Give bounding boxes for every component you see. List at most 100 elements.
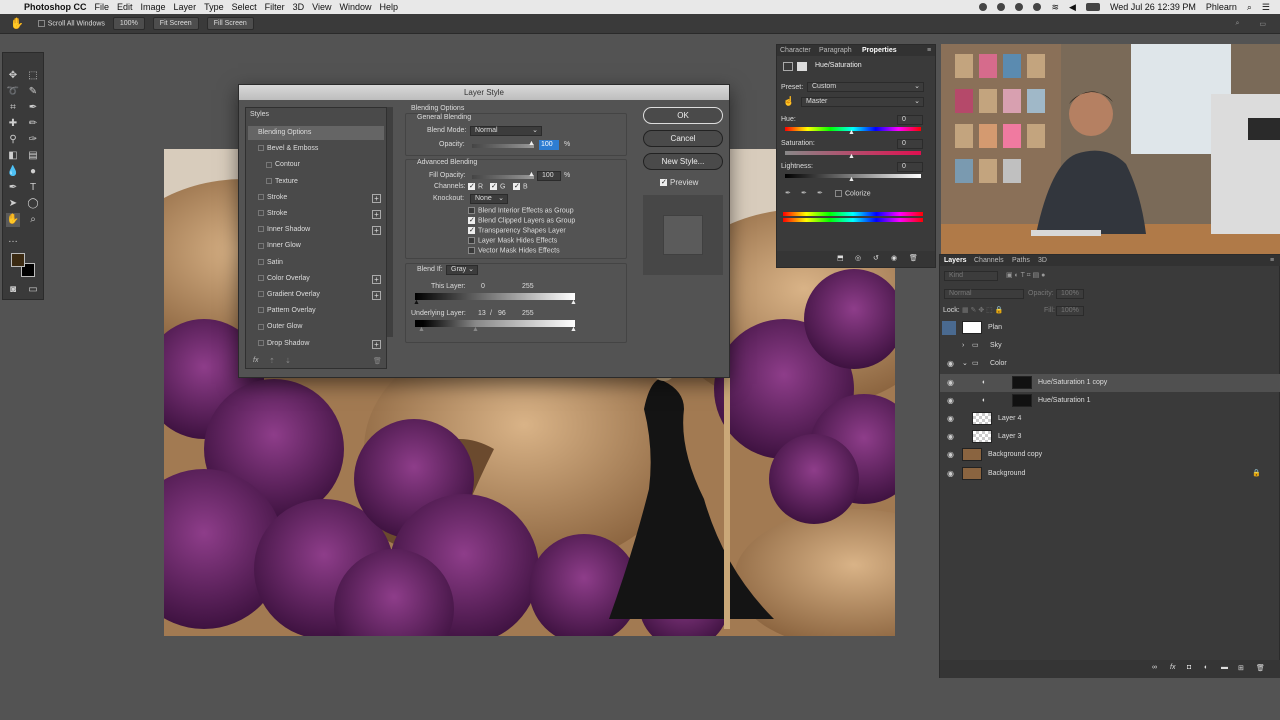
add-effect-icon[interactable]: +	[372, 291, 381, 300]
battery-icon[interactable]	[1085, 3, 1100, 11]
path-select-icon[interactable]: ➤	[6, 197, 20, 211]
record-icon[interactable]	[979, 3, 988, 11]
layer-row[interactable]: › ▭ Sky	[940, 337, 1280, 355]
checkbox-icon[interactable]	[258, 274, 264, 281]
panel-menu-icon[interactable]: ≡	[927, 47, 931, 54]
screen-mode-icon[interactable]: ▭	[26, 283, 40, 297]
blend-if-select[interactable]: Gray ⌄	[446, 265, 478, 275]
healing-brush-icon[interactable]: ✚	[6, 117, 20, 131]
advanced-option-checkbox[interactable]: Vector Mask Hides Effects	[468, 247, 560, 254]
trash-icon[interactable]: 🗑	[373, 357, 382, 365]
this-layer-black-handle[interactable]: ▲	[413, 299, 420, 306]
opacity-slider[interactable]	[472, 144, 534, 148]
menubar-user[interactable]: Phlearn	[1206, 2, 1237, 12]
layer-row[interactable]: ◉ Background copy	[940, 446, 1280, 464]
tab-3d[interactable]: 3D	[1038, 257, 1047, 264]
lasso-tool-icon[interactable]: ➰	[6, 85, 20, 99]
spotlight-icon[interactable]: ⌕	[1247, 2, 1252, 13]
checkbox-icon[interactable]	[258, 323, 264, 330]
move-up-icon[interactable]: ⇡	[269, 357, 275, 365]
menu-select[interactable]: Select	[232, 2, 265, 12]
checkbox-icon[interactable]	[258, 339, 264, 346]
hand-tool-icon[interactable]: ✋	[6, 213, 20, 227]
underlying-split-handle-a[interactable]: ▲	[418, 326, 425, 333]
reset-icon[interactable]: ↺	[873, 254, 879, 262]
blur-tool-icon[interactable]: 💧	[6, 165, 20, 179]
blend-mode-select[interactable]: Normal ⌄	[470, 126, 542, 136]
add-effect-icon[interactable]: +	[372, 339, 381, 349]
dropbox-icon[interactable]	[1015, 3, 1024, 11]
layer-mask-thumbnail[interactable]	[1012, 393, 1032, 407]
underlying-split-handle-b[interactable]: ▲	[472, 326, 479, 333]
colorize-checkbox[interactable]: Colorize	[835, 190, 871, 197]
style-item[interactable]: Blending Options	[248, 126, 384, 140]
layer-row[interactable]: ◉ Background 🔒	[940, 465, 1280, 483]
eyedropper-icon[interactable]: ✒	[26, 101, 40, 115]
fill-screen-button[interactable]: Fill Screen	[206, 17, 254, 30]
type-tool-icon[interactable]: T	[26, 181, 40, 195]
preset-select[interactable]: Custom ⌄	[807, 82, 924, 92]
layer-row[interactable]: ◉ ◐ Hue/Saturation 1 copy	[940, 373, 1280, 392]
filter-icons[interactable]: ▣ ◐ T ⌗ ▤ ●	[1006, 271, 1045, 280]
wifi-icon[interactable]: ≋	[1051, 2, 1059, 13]
brush-tool-icon[interactable]: ✏	[26, 117, 40, 131]
shape-tool-icon[interactable]: ◯	[26, 197, 40, 211]
visibility-eye-icon[interactable]: ◉	[947, 374, 954, 392]
quick-select-icon[interactable]: ✎	[26, 85, 40, 99]
gradient-icon[interactable]: ▤	[26, 149, 40, 163]
zoom-100-button[interactable]: 100%	[112, 17, 145, 30]
add-effect-icon[interactable]: +	[372, 274, 381, 284]
style-item[interactable]: Pattern Overlay	[248, 304, 384, 318]
visibility-eye-icon[interactable]: ◉	[947, 410, 954, 428]
new-layer-icon[interactable]: ⊞	[1238, 664, 1244, 672]
clone-stamp-icon[interactable]: ⚲	[6, 133, 20, 147]
visibility-eye-icon[interactable]: ◉	[947, 355, 954, 373]
this-layer-white-handle[interactable]: ▲	[570, 299, 577, 306]
tab-layers[interactable]: Layers	[944, 257, 967, 264]
style-item[interactable]: Inner Shadow +	[248, 223, 384, 237]
target-adjust-icon[interactable]: ☝	[783, 96, 794, 107]
fill-opacity-input[interactable]: 100	[537, 171, 561, 181]
channel-g-checkbox[interactable]: G	[490, 183, 505, 190]
knockout-select[interactable]: None ⌄	[470, 194, 508, 204]
checkbox-icon[interactable]	[258, 210, 264, 217]
checkbox-icon[interactable]	[258, 226, 264, 233]
fill-opacity-thumb[interactable]: ▲	[528, 171, 535, 178]
new-adjustment-icon[interactable]: ◐	[1204, 664, 1208, 671]
style-item[interactable]: Outer Glow	[248, 320, 384, 334]
opacity-input[interactable]: 100	[539, 140, 559, 150]
opacity-slider-thumb[interactable]: ▲	[528, 140, 535, 147]
layer-row[interactable]: ◉ ⌄ ▭ Color	[940, 355, 1280, 373]
layer-thumbnail[interactable]	[972, 430, 992, 444]
preview-checkbox[interactable]: Preview	[660, 178, 698, 187]
hue-input[interactable]: 0	[897, 115, 923, 125]
channel-b-checkbox[interactable]: B	[513, 183, 528, 190]
layer-filter-select[interactable]: Kind	[944, 271, 998, 281]
more-tools-icon[interactable]: …	[6, 233, 20, 247]
marquee-tool-icon[interactable]: ⬚	[26, 69, 40, 83]
eyedropper-plus-icon[interactable]: ✒	[801, 189, 807, 197]
layer-row[interactable]: ◉ ◐ Hue/Saturation 1	[940, 392, 1280, 410]
checkbox-icon[interactable]	[258, 193, 264, 200]
menu-type[interactable]: Type	[204, 2, 232, 12]
saturation-thumb[interactable]: ▲	[848, 153, 855, 160]
checkbox-icon[interactable]	[258, 291, 264, 298]
style-item[interactable]: Stroke +	[248, 207, 384, 221]
underlying-white-handle[interactable]: ▲	[570, 326, 577, 333]
lightness-thumb[interactable]: ▲	[848, 176, 855, 183]
advanced-option-checkbox[interactable]: Layer Mask Hides Effects	[468, 237, 557, 244]
underlying-gradient-slider[interactable]	[415, 320, 575, 327]
history-brush-icon[interactable]: ✑	[26, 133, 40, 147]
add-mask-icon[interactable]: ◘	[1187, 664, 1191, 671]
style-item[interactable]: Bevel & Emboss	[248, 142, 384, 156]
layer-row[interactable]: Plan	[940, 319, 1280, 337]
menu-help[interactable]: Help	[379, 2, 406, 12]
saturation-input[interactable]: 0	[897, 139, 923, 149]
channel-select[interactable]: Master ⌄	[801, 97, 924, 107]
eyedropper-minus-icon[interactable]: ✒	[817, 189, 823, 197]
menu-window[interactable]: Window	[339, 2, 379, 12]
menu-filter[interactable]: Filter	[265, 2, 293, 12]
add-effect-icon[interactable]: +	[372, 226, 381, 236]
tab-paths[interactable]: Paths	[1012, 257, 1030, 264]
ok-button[interactable]: OK	[643, 107, 723, 124]
